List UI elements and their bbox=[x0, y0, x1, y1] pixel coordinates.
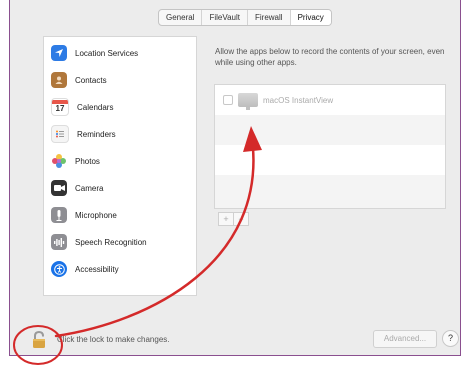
microphone-icon bbox=[51, 207, 67, 223]
tab-general[interactable]: General bbox=[159, 10, 203, 25]
lock-icon[interactable] bbox=[32, 330, 46, 349]
privacy-preferences-window: General FileVault Firewall Privacy Locat… bbox=[9, 0, 461, 356]
waveform-icon bbox=[51, 234, 67, 250]
tab-bar: General FileVault Firewall Privacy bbox=[158, 9, 332, 26]
monitor-icon bbox=[238, 93, 258, 110]
empty-list-row bbox=[215, 145, 445, 175]
sidebar-item-label: Camera bbox=[75, 183, 104, 193]
sidebar-item-reminders[interactable]: Reminders bbox=[51, 124, 191, 144]
sidebar-item-label: Reminders bbox=[77, 129, 116, 139]
accessibility-icon bbox=[51, 261, 67, 277]
sidebar-item-speech-recognition[interactable]: Speech Recognition bbox=[51, 232, 191, 252]
sidebar-item-label: Microphone bbox=[75, 210, 117, 220]
remove-app-button[interactable]: − bbox=[233, 213, 248, 225]
camera-icon bbox=[51, 180, 67, 196]
sidebar-item-label: Photos bbox=[75, 156, 100, 166]
screen-recording-app-list: macOS InstantView bbox=[214, 84, 446, 209]
location-arrow-icon bbox=[51, 45, 67, 61]
tab-privacy[interactable]: Privacy bbox=[290, 10, 331, 25]
sidebar-item-label: Location Services bbox=[75, 48, 139, 58]
app-permission-checkbox[interactable] bbox=[223, 95, 233, 105]
app-name: macOS InstantView bbox=[263, 95, 334, 105]
lock-instruction-text: Click the lock to make changes. bbox=[57, 335, 170, 344]
sidebar-item-accessibility[interactable]: Accessibility bbox=[51, 259, 191, 279]
sidebar-item-label: Accessibility bbox=[75, 264, 119, 274]
sidebar-item-location-services[interactable]: Location Services bbox=[51, 43, 191, 63]
screen-recording-description: Allow the apps below to record the conte… bbox=[215, 47, 445, 67]
sidebar-item-contacts[interactable]: Contacts bbox=[51, 70, 191, 90]
contacts-book-icon bbox=[51, 72, 67, 88]
sidebar-item-label: Contacts bbox=[75, 75, 107, 85]
sidebar-item-photos[interactable]: Photos bbox=[51, 151, 191, 171]
advanced-button[interactable]: Advanced... bbox=[373, 330, 437, 348]
empty-list-row bbox=[215, 115, 445, 145]
list-item[interactable]: macOS InstantView bbox=[215, 85, 453, 115]
calendar-icon: 17 bbox=[51, 98, 69, 116]
sidebar-item-label: Calendars bbox=[77, 102, 114, 112]
add-remove-control: + − bbox=[218, 212, 249, 226]
empty-list-row bbox=[215, 175, 445, 208]
sidebar-item-microphone[interactable]: Microphone bbox=[51, 205, 191, 225]
privacy-category-list: Location Services Contacts 17 Calendars bbox=[43, 36, 197, 296]
help-button[interactable]: ? bbox=[442, 330, 459, 347]
tab-firewall[interactable]: Firewall bbox=[248, 10, 291, 25]
photos-flower-icon bbox=[51, 153, 67, 169]
sidebar-item-camera[interactable]: Camera bbox=[51, 178, 191, 198]
reminders-list-icon bbox=[51, 125, 69, 143]
add-app-button[interactable]: + bbox=[219, 213, 233, 225]
sidebar-item-calendars[interactable]: 17 Calendars bbox=[51, 97, 191, 117]
sidebar-item-label: Speech Recognition bbox=[75, 237, 147, 247]
tab-filevault[interactable]: FileVault bbox=[202, 10, 248, 25]
